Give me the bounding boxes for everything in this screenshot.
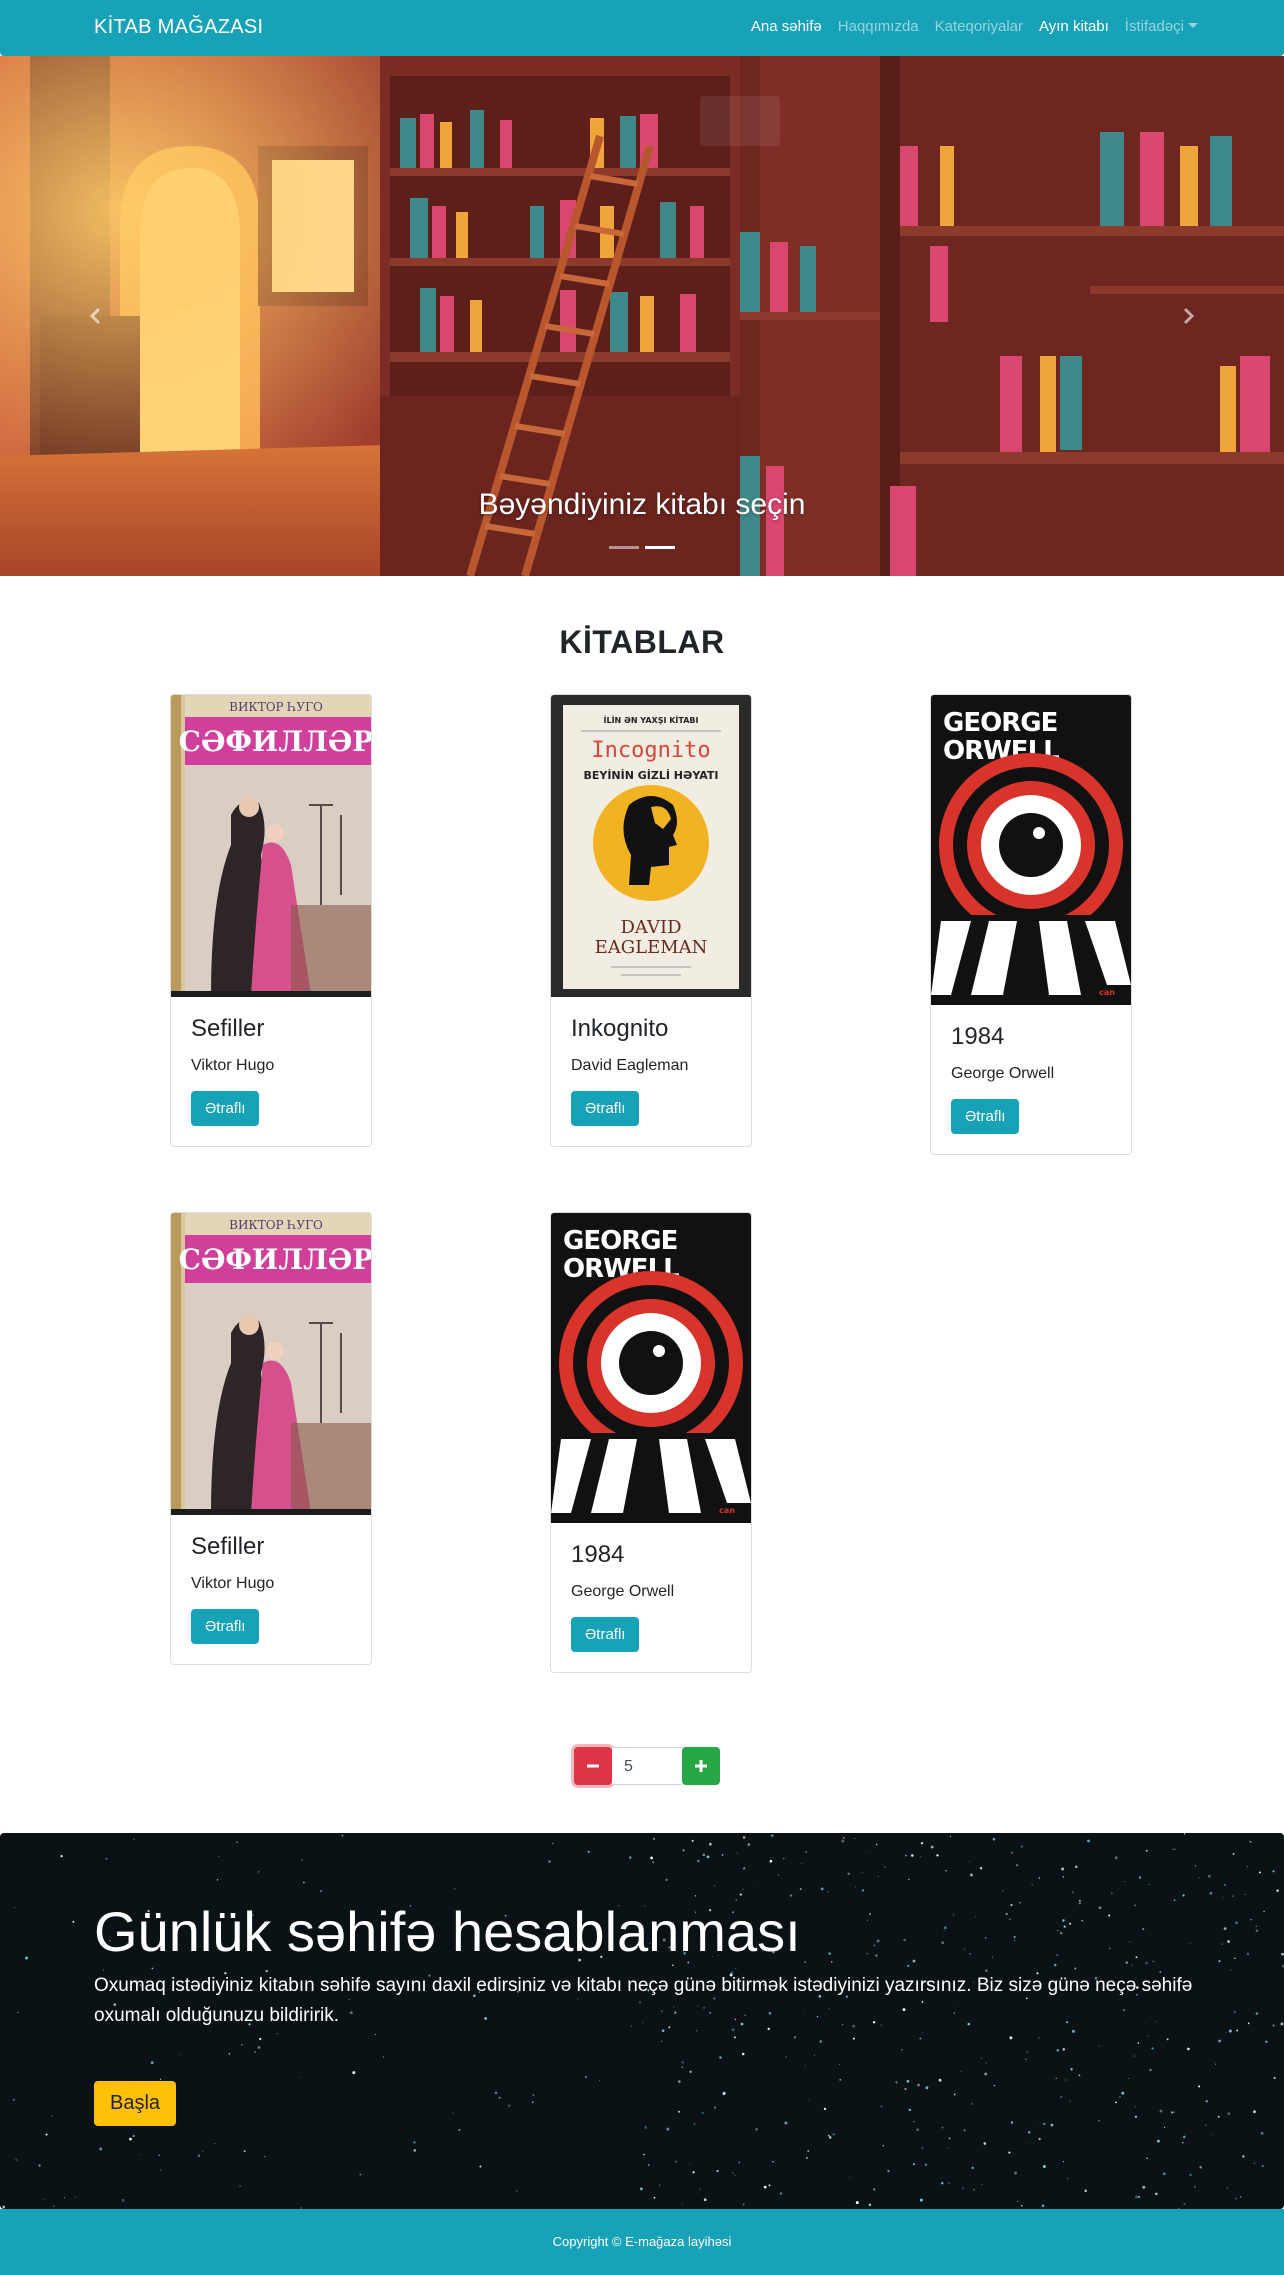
cover-title: СӘФИЛЛӘР [179, 1243, 371, 1276]
copyright-text: Copyright © E-mağaza layihəsi [552, 2234, 732, 2249]
details-button[interactable]: Ətraflı [191, 1609, 260, 1644]
nav-user-label: İstifadəçi [1124, 18, 1184, 35]
cover-title: СӘФИЛЛӘР [179, 725, 371, 758]
banner-text: Oxumaq istədiyiniz kitabın səhifə sayını… [94, 1975, 1193, 2026]
book-cover-image: GEORGE ORWELL can [931, 695, 1131, 1005]
increment-button[interactable] [682, 1747, 720, 1785]
hero-carousel: Bəyəndiyiniz kitabı seçin [0, 56, 1284, 576]
book-card: GEORGE ORWELL can 1984 George Orwell Ətr… [550, 1212, 752, 1673]
book-card: GEORGE ORWELL can 1984 George Orwell Ətr… [930, 694, 1132, 1155]
books-section-title: KİTABLAR [559, 624, 725, 660]
decrement-button[interactable] [574, 1747, 612, 1785]
brand-logo[interactable]: KİTAB MAĞAZASI [94, 16, 263, 39]
nav-links: Ana səhifə Haqqımızda Kateqoriyalar Ayın… [735, 18, 1198, 35]
cover-title: Incognito [591, 738, 710, 763]
book-card: İLİN ƏN YAXŞI KİTABI Incognito BEYİNİN G… [550, 694, 752, 1147]
details-button[interactable]: Ətraflı [571, 1617, 640, 1652]
nav-categories[interactable]: Kateqoriyalar [935, 18, 1023, 35]
publisher-logo: can [1099, 988, 1115, 997]
nav-book-of-month[interactable]: Ayın kitabı [1039, 18, 1109, 35]
carousel-indicator-1[interactable] [609, 546, 639, 549]
carousel-prev-button[interactable] [76, 296, 116, 336]
caret-down-icon [1188, 23, 1198, 28]
minus-icon [587, 1764, 599, 1768]
carousel-indicator-2[interactable] [645, 546, 675, 549]
cover-author-first: GEORGE [943, 708, 1057, 738]
card-body: Sefiller Viktor Hugo Ətraflı [171, 1533, 371, 1664]
book-cover-image: ВИКТОР ҺУГО СӘФИЛЛӘР [171, 1213, 371, 1515]
book-card: ВИКТОР ҺУГО СӘФИЛЛӘР Sefiller Viktor Hug… [170, 1212, 372, 1665]
cover-author-last: EAGLEMAN [595, 937, 708, 958]
book-title: Inkognito [571, 1015, 669, 1042]
footer: Copyright © E-mağaza layihəsi [0, 2209, 1284, 2275]
cover-author: ВИКТОР ҺУГО [229, 700, 323, 714]
book-author: David Eagleman [571, 1057, 689, 1074]
book-cover-image: GEORGE ORWELL can [551, 1213, 751, 1523]
book-author: George Orwell [951, 1065, 1055, 1082]
card-body: 1984 George Orwell Ətraflı [551, 1541, 751, 1672]
page-calculator-banner: Günlük səhifə hesablanması Oxumaq istədi… [0, 1833, 1284, 2209]
book-title: 1984 [571, 1541, 625, 1568]
chevron-right-icon [1183, 307, 1195, 325]
details-button[interactable]: Ətraflı [951, 1099, 1020, 1134]
nav-home[interactable]: Ana səhifə [751, 18, 822, 35]
carousel-caption: Bəyəndiyiniz kitabı seçin [478, 488, 806, 521]
details-button[interactable]: Ətraflı [571, 1091, 640, 1126]
book-title: 1984 [951, 1023, 1005, 1050]
banner-heading: Günlük səhifə hesablanması [94, 1900, 801, 1963]
carousel-indicators [0, 546, 1284, 549]
publisher-logo: can [719, 1506, 735, 1515]
book-author: Viktor Hugo [191, 1575, 275, 1592]
cover-author: ВИКТОР ҺУГО [229, 1218, 323, 1232]
book-author: Viktor Hugo [191, 1057, 275, 1074]
cover-subtitle: BEYİNİN GİZLİ HƏYATI [583, 768, 718, 782]
cover-author-first: DAVID [620, 917, 681, 938]
book-author: George Orwell [571, 1583, 675, 1600]
card-body: 1984 George Orwell Ətraflı [931, 1023, 1131, 1154]
quantity-input[interactable]: 5 [612, 1747, 682, 1785]
chevron-left-icon [89, 307, 101, 325]
start-button[interactable]: Başla [94, 2081, 177, 2126]
carousel-next-button[interactable] [1168, 296, 1208, 336]
nav-about[interactable]: Haqqımızda [838, 18, 919, 35]
book-card: ВИКТОР ҺУГО СӘФИЛЛӘР Sefiller Viktor Hug… [170, 694, 372, 1147]
nav-user-dropdown[interactable]: İstifadəçi [1125, 18, 1198, 35]
card-body: Sefiller Viktor Hugo Ətraflı [171, 1015, 371, 1146]
book-cover-image: ВИКТОР ҺУГО СӘФИЛЛӘР [171, 695, 371, 997]
plus-icon [695, 1760, 707, 1772]
cover-tagline: İLİN ƏN YAXŞI KİTABI [604, 715, 699, 725]
book-cover-image: İLİN ƏN YAXŞI KİTABI Incognito BEYİNİN G… [551, 695, 751, 997]
card-body: Inkognito David Eagleman Ətraflı [551, 1015, 751, 1146]
book-title: Sefiller [191, 1533, 265, 1560]
quantity-stepper: 5 [574, 1747, 720, 1785]
cover-author-first: GEORGE [563, 1226, 677, 1256]
navbar: KİTAB MAĞAZASI Ana səhifə Haqqımızda Kat… [0, 0, 1284, 56]
book-title: Sefiller [191, 1015, 265, 1042]
details-button[interactable]: Ətraflı [191, 1091, 260, 1126]
